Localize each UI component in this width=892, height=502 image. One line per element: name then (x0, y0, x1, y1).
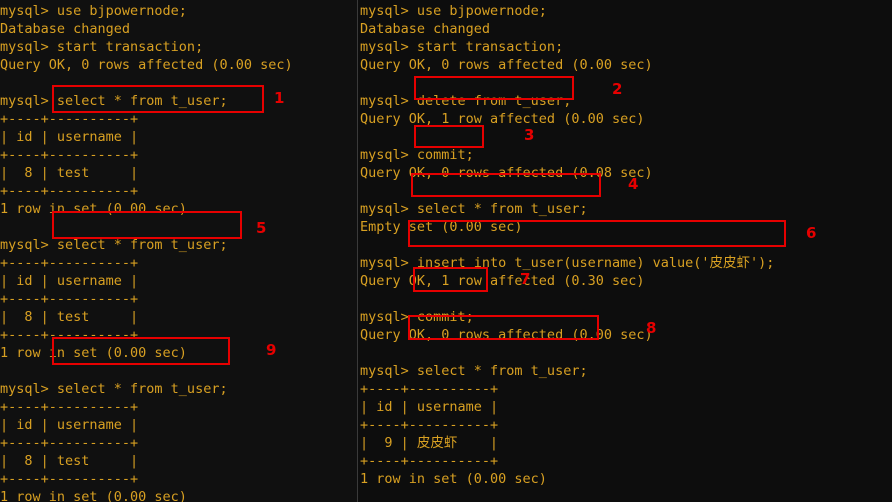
terminal-line: +----+----------+ (0, 327, 139, 343)
terminal-line: | 8 | test | (0, 309, 139, 325)
terminal-screenshot: mysql> use bjpowernode; Database changed m… (0, 0, 892, 502)
terminal-line: Query OK, 1 row affected (0.00 sec) (360, 111, 645, 127)
terminal-panel-right[interactable]: mysql> use bjpowernode; Database changed m… (358, 0, 892, 502)
terminal-line: +----+----------+ (0, 147, 139, 163)
terminal-line: +----+----------+ (0, 255, 139, 271)
step-number-2: 2 (612, 80, 623, 98)
terminal-line: 1 row in set (0.00 sec) (0, 201, 187, 217)
terminal-line: mysql> use bjpowernode; (360, 3, 547, 19)
terminal-line: +----+----------+ (360, 417, 499, 433)
terminal-panel-left[interactable]: mysql> use bjpowernode; Database changed m… (0, 0, 357, 502)
terminal-line: Database changed (360, 21, 491, 37)
step-number-3: 3 (524, 126, 535, 144)
terminal-line: mysql> use bjpowernode; (0, 3, 187, 19)
terminal-line: mysql> start transaction; (360, 39, 564, 55)
terminal-line: mysql> select * from t_user; (0, 237, 228, 253)
terminal-line: +----+----------+ (0, 111, 139, 127)
terminal-line: | id | username | (0, 417, 139, 433)
step-number-6: 6 (806, 224, 817, 242)
terminal-line: Query OK, 0 rows affected (0.00 sec) (360, 57, 653, 73)
terminal-line: Query OK, 0 rows affected (0.00 sec) (0, 57, 293, 73)
terminal-line: Query OK, 0 rows affected (0.08 sec) (360, 165, 653, 181)
terminal-line: Query OK, 1 row affected (0.30 sec) (360, 273, 645, 289)
step-number-1: 1 (274, 89, 285, 107)
terminal-line: Query OK, 0 rows affected (0.00 sec) (360, 327, 653, 343)
terminal-line: mysql> select * from t_user; (0, 93, 228, 109)
terminal-line: | 8 | test | (0, 453, 139, 469)
step-number-7: 7 (520, 270, 531, 288)
terminal-line: mysql> delete from t_user; (360, 93, 572, 109)
terminal-line: | id | username | (360, 399, 499, 415)
terminal-line: 1 row in set (0.00 sec) (360, 471, 547, 487)
terminal-line: mysql> start transaction; (0, 39, 204, 55)
terminal-line: +----+----------+ (0, 399, 139, 415)
terminal-line: 1 row in set (0.00 sec) (0, 345, 187, 361)
terminal-line: +----+----------+ (0, 183, 139, 199)
terminal-line: 1 row in set (0.00 sec) (0, 489, 187, 502)
terminal-line: | id | username | (0, 273, 139, 289)
terminal-line: | 8 | test | (0, 165, 139, 181)
terminal-line: | id | username | (0, 129, 139, 145)
terminal-line: mysql> insert into t_user(username) valu… (360, 255, 775, 271)
terminal-line: | 9 | 皮皮虾 | (360, 435, 499, 451)
terminal-line: +----+----------+ (360, 381, 499, 397)
terminal-line: +----+----------+ (0, 435, 139, 451)
terminal-line: mysql> commit; (360, 309, 474, 325)
terminal-line: Database changed (0, 21, 131, 37)
step-number-8: 8 (646, 319, 657, 337)
terminal-line: Empty set (0.00 sec) (360, 219, 523, 235)
step-number-4: 4 (628, 175, 639, 193)
step-number-9: 9 (266, 341, 277, 359)
terminal-line: mysql> commit; (360, 147, 474, 163)
terminal-line: mysql> select * from t_user; (360, 201, 588, 217)
terminal-line: +----+----------+ (0, 291, 139, 307)
step-number-5: 5 (256, 219, 267, 237)
terminal-line: +----+----------+ (360, 453, 499, 469)
terminal-line: +----+----------+ (0, 471, 139, 487)
terminal-line: mysql> select * from t_user; (360, 363, 588, 379)
terminal-line: mysql> select * from t_user; (0, 381, 228, 397)
